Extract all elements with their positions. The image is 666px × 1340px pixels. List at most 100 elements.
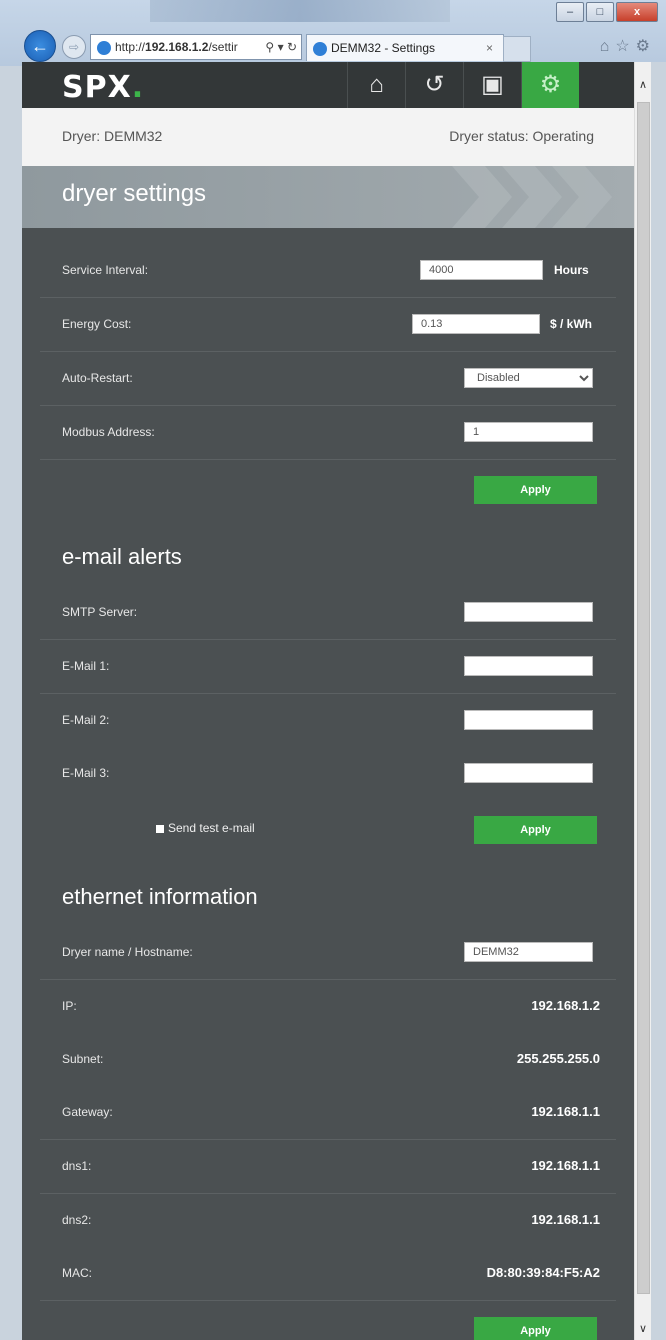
- back-arrow-icon: ←: [31, 36, 49, 56]
- tab-close-icon[interactable]: ×: [486, 35, 493, 61]
- home-icon: ⌂: [369, 71, 384, 98]
- page-viewport: SPX. ⌂ ↺ ▣ ⚙ Dryer: DEMM32 Dryer status:…: [22, 62, 634, 1340]
- dns1-value: 192.168.1.1: [531, 1158, 600, 1173]
- mac-value: D8:80:39:84:F5:A2: [486, 1265, 600, 1280]
- email1-input[interactable]: [464, 656, 593, 676]
- window-frame-right: [650, 62, 666, 1340]
- nav-calendar-button[interactable]: ▣: [463, 62, 521, 108]
- email2-input[interactable]: [464, 710, 593, 730]
- nav-history-button[interactable]: ↺: [405, 62, 463, 108]
- home-icon[interactable]: ⌂: [600, 38, 616, 55]
- ethernet-title: ethernet information: [62, 884, 258, 909]
- browser-titlebar: – □ x ← ⇨ http://192.168.1.2/settir ⚲ ▾ …: [0, 0, 666, 66]
- logo-dot: .: [131, 70, 145, 105]
- mac-row: MAC: D8:80:39:84:F5:A2: [40, 1247, 616, 1301]
- maximize-button[interactable]: □: [586, 2, 614, 22]
- energy-cost-input[interactable]: [412, 314, 540, 334]
- favorites-star-icon[interactable]: ☆: [615, 38, 635, 55]
- address-url-host: 192.168.1.2: [145, 40, 209, 54]
- titlebar-background: [150, 0, 450, 22]
- gateway-label: Gateway:: [62, 1105, 113, 1119]
- page-title: dryer settings: [62, 180, 207, 207]
- service-interval-unit: Hours: [554, 263, 589, 277]
- scrollbar[interactable]: ∧ ∨: [634, 62, 651, 1340]
- email-apply-button[interactable]: Apply: [474, 816, 597, 844]
- dryer-settings-banner: dryer settings: [22, 166, 634, 228]
- auto-restart-row: Auto-Restart: Disabled: [40, 352, 616, 406]
- search-icon[interactable]: ⚲: [265, 40, 274, 54]
- email2-row: E-Mail 2:: [40, 694, 616, 747]
- logo-text: SPX: [62, 70, 132, 105]
- refresh-icon[interactable]: ↻: [287, 40, 297, 54]
- dryer-settings-apply-row: Apply: [40, 460, 616, 522]
- energy-cost-unit: $ / kWh: [550, 317, 593, 331]
- address-url-prefix: http://: [115, 40, 146, 54]
- spx-logo: SPX.: [62, 70, 144, 105]
- hostname-label: Dryer name / Hostname:: [62, 945, 193, 959]
- scroll-up-icon[interactable]: ∧: [635, 76, 651, 94]
- email3-input[interactable]: [464, 763, 593, 783]
- ie-icon: [97, 40, 111, 55]
- back-button[interactable]: ←: [24, 30, 56, 62]
- email1-row: E-Mail 1:: [40, 640, 616, 694]
- checkbox-icon[interactable]: [156, 825, 164, 833]
- chevron-decoration: [452, 166, 512, 228]
- email3-label: E-Mail 3:: [62, 766, 110, 780]
- dryer-settings-apply-button[interactable]: Apply: [474, 476, 597, 504]
- gateway-row: Gateway: 192.168.1.1: [40, 1086, 616, 1140]
- send-test-email-label: Send test e-mail: [168, 821, 255, 835]
- nav-home-button[interactable]: ⌂: [347, 62, 405, 108]
- email3-row: E-Mail 3:: [40, 747, 616, 800]
- smtp-server-input[interactable]: [464, 602, 593, 622]
- service-interval-label: Service Interval:: [62, 263, 149, 277]
- dropdown-icon[interactable]: ▾: [278, 40, 284, 54]
- send-test-email-checkbox[interactable]: Send test e-mail: [156, 821, 255, 835]
- gateway-value: 192.168.1.1: [531, 1104, 600, 1119]
- auto-restart-label: Auto-Restart:: [62, 371, 133, 385]
- modbus-address-label: Modbus Address:: [62, 425, 155, 439]
- ie-icon: [313, 41, 327, 56]
- close-window-button[interactable]: x: [616, 2, 658, 22]
- settings-gear-icon[interactable]: ⚙: [636, 38, 656, 55]
- modbus-address-row: Modbus Address:: [40, 406, 616, 460]
- dryer-name: Dryer: DEMM32: [62, 128, 163, 144]
- scrollbar-thumb[interactable]: [637, 102, 650, 1294]
- browser-tool-icons: ⌂☆⚙: [600, 36, 656, 56]
- hostname-input[interactable]: [464, 942, 593, 962]
- ip-value: 192.168.1.2: [531, 998, 600, 1013]
- history-icon: ↺: [424, 71, 445, 98]
- nav-settings-button[interactable]: ⚙: [521, 62, 579, 108]
- forward-arrow-icon: ⇨: [68, 40, 80, 54]
- email-alerts-title: e-mail alerts: [62, 544, 182, 569]
- auto-restart-select[interactable]: Disabled: [464, 368, 593, 388]
- forward-button[interactable]: ⇨: [62, 35, 86, 59]
- ethernet-apply-button[interactable]: Apply: [474, 1317, 597, 1340]
- ip-label: IP:: [62, 999, 77, 1013]
- email1-label: E-Mail 1:: [62, 659, 110, 673]
- energy-cost-label: Energy Cost:: [62, 317, 132, 331]
- new-tab-button[interactable]: [503, 36, 531, 62]
- subnet-label: Subnet:: [62, 1052, 104, 1066]
- hostname-row: Dryer name / Hostname:: [40, 926, 616, 980]
- dns1-label: dns1:: [62, 1159, 92, 1173]
- service-interval-input[interactable]: [420, 260, 543, 280]
- dryer-status: Dryer status: Operating: [449, 128, 594, 144]
- email-alerts-header: e-mail alerts: [22, 522, 634, 586]
- smtp-server-row: SMTP Server:: [40, 586, 616, 640]
- address-url-path: /settir: [208, 40, 238, 54]
- modbus-address-input[interactable]: [464, 422, 593, 442]
- ethernet-header: ethernet information: [22, 862, 634, 926]
- energy-cost-row: Energy Cost: $ / kWh: [40, 298, 616, 352]
- address-bar[interactable]: http://192.168.1.2/settir ⚲ ▾ ↻: [90, 34, 302, 60]
- ethernet-apply-row: Apply: [40, 1301, 616, 1340]
- dns2-label: dns2:: [62, 1213, 92, 1227]
- dns2-row: dns2: 192.168.1.1: [40, 1194, 616, 1247]
- gear-icon: ⚙: [539, 71, 562, 98]
- scroll-down-icon[interactable]: ∨: [635, 1320, 651, 1338]
- subnet-row: Subnet: 255.255.255.0: [40, 1033, 616, 1086]
- address-tools[interactable]: ⚲ ▾ ↻: [265, 35, 297, 59]
- dns2-value: 192.168.1.1: [531, 1212, 600, 1227]
- subnet-value: 255.255.255.0: [516, 1051, 600, 1066]
- browser-tab[interactable]: DEMM32 - Settings ×: [306, 34, 504, 61]
- minimize-button[interactable]: –: [556, 2, 584, 22]
